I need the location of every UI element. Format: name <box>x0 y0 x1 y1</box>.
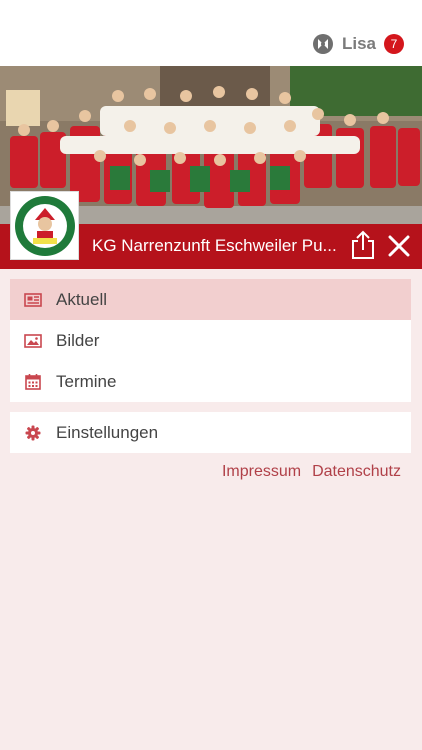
menu-label-bilder: Bilder <box>56 330 100 350</box>
user-avatar-icon <box>312 34 333 54</box>
top-bar: Lisa 7 <box>0 0 422 66</box>
menu-label-aktuell: Aktuell <box>56 289 108 309</box>
menu-label-termine: Termine <box>56 371 117 391</box>
gear-icon <box>24 424 42 442</box>
club-logo <box>10 191 79 260</box>
settings-menu: Einstellungen <box>10 412 411 453</box>
navigation-menu: Aktuell Bilder Termine <box>10 279 411 402</box>
calendar-icon <box>24 373 42 391</box>
impressum-link[interactable]: Impressum <box>222 463 301 481</box>
newspaper-icon <box>24 291 42 309</box>
close-icon[interactable] <box>386 233 412 259</box>
user-name[interactable]: Lisa <box>342 34 376 54</box>
menu-item-aktuell[interactable]: Aktuell <box>10 279 411 320</box>
datenschutz-link[interactable]: Datenschutz <box>312 463 401 481</box>
club-logo-icon <box>14 195 75 256</box>
notification-badge[interactable]: 7 <box>384 34 404 54</box>
menu-item-einstellungen[interactable]: Einstellungen <box>10 412 411 453</box>
image-icon <box>24 332 42 350</box>
club-title: KG Narrenzunft Eschweiler Pu... <box>92 236 337 255</box>
menu-item-bilder[interactable]: Bilder <box>10 320 411 361</box>
footer-links: Impressum Datenschutz <box>222 463 401 481</box>
menu-item-termine[interactable]: Termine <box>10 361 411 402</box>
share-icon[interactable] <box>350 230 376 260</box>
club-title-bar: KG Narrenzunft Eschweiler Pu... <box>0 191 422 269</box>
menu-label-einstellungen: Einstellungen <box>56 422 159 442</box>
user-menu[interactable]: Lisa 7 <box>312 32 404 56</box>
